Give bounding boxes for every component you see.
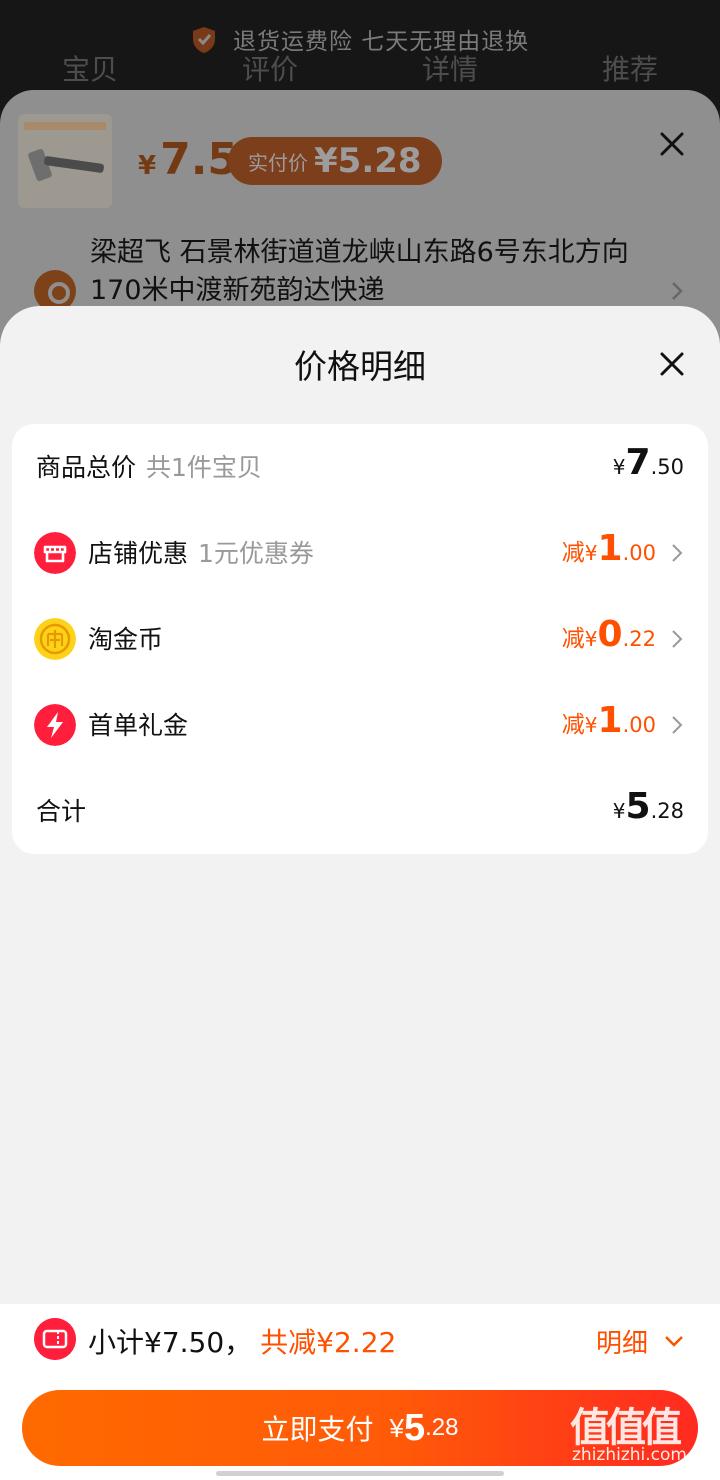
row-label: 淘金币 <box>88 625 164 654</box>
lightning-icon <box>34 704 76 746</box>
row-sub: 1元优惠券 <box>198 539 314 568</box>
product-thumbnail[interactable] <box>18 114 112 208</box>
tab-baobei[interactable]: 宝贝 <box>62 48 118 88</box>
tab-details[interactable]: 详情 <box>422 48 478 88</box>
row-label: 首单礼金 <box>88 711 189 740</box>
chevron-right-icon[interactable] <box>668 280 686 302</box>
row-amount: ¥5.28 <box>612 786 684 827</box>
row-label: 店铺优惠 <box>88 539 189 568</box>
background-tabs: 宝贝 评价 详情 推荐 <box>0 48 720 88</box>
row-label: 合计 <box>36 797 87 826</box>
total-discount: 共减¥2.22 <box>260 1326 397 1359</box>
price-breakdown-card: 商品总价 共1件宝贝 ¥7.50 店铺优惠 1元优惠券 减¥1.00 淘金币 减… <box>12 424 708 854</box>
detail-toggle[interactable]: 明细 <box>596 1323 648 1360</box>
shop-icon <box>34 532 76 574</box>
row-label: 商品总价 <box>36 453 137 482</box>
subtotal-text: 小计¥7.50， 共减¥2.22 <box>88 1321 396 1361</box>
taojinbi-row[interactable]: 淘金币 减¥0.22 <box>12 596 708 682</box>
row-sub: 共1件宝贝 <box>146 453 262 482</box>
tab-reviews[interactable]: 评价 <box>242 48 298 88</box>
home-indicator[interactable] <box>216 1471 504 1476</box>
coupon-icon <box>34 1318 76 1360</box>
shipping-address[interactable]: 梁超飞 石景林街道道龙峡山东路6号东北方向170米中渡新苑韵达快递 <box>90 234 660 310</box>
coin-icon <box>34 618 76 660</box>
close-icon[interactable] <box>656 128 688 160</box>
chevron-right-icon <box>672 716 683 734</box>
close-icon[interactable] <box>656 348 688 380</box>
row-amount: 减¥0.22 <box>561 614 656 655</box>
chevron-right-icon <box>672 630 683 648</box>
chevron-right-icon <box>672 544 683 562</box>
watermark: 值值值 zhizhizhi.com <box>566 1395 716 1475</box>
row-amount: ¥7.50 <box>612 442 684 483</box>
subtotal-value: 小计¥7.50， <box>88 1326 253 1359</box>
goods-total-row: 商品总价 共1件宝贝 ¥7.50 <box>12 424 708 510</box>
row-amount: 减¥1.00 <box>561 528 656 569</box>
chevron-down-icon[interactable] <box>664 1334 684 1348</box>
first-order-gift-row[interactable]: 首单礼金 减¥1.00 <box>12 682 708 768</box>
real-price-badge: 实付价 ¥5.28 <box>228 137 442 185</box>
shop-discount-row[interactable]: 店铺优惠 1元优惠券 减¥1.00 <box>12 510 708 596</box>
product-price: ¥7.5 <box>138 134 239 185</box>
watermark-url: zhizhizhi.com <box>572 1445 687 1465</box>
row-amount: 减¥1.00 <box>561 700 656 741</box>
sheet-title: 价格明细 <box>294 347 426 386</box>
tab-recommend[interactable]: 推荐 <box>602 48 658 88</box>
grand-total-row: 合计 ¥5.28 <box>12 768 708 854</box>
